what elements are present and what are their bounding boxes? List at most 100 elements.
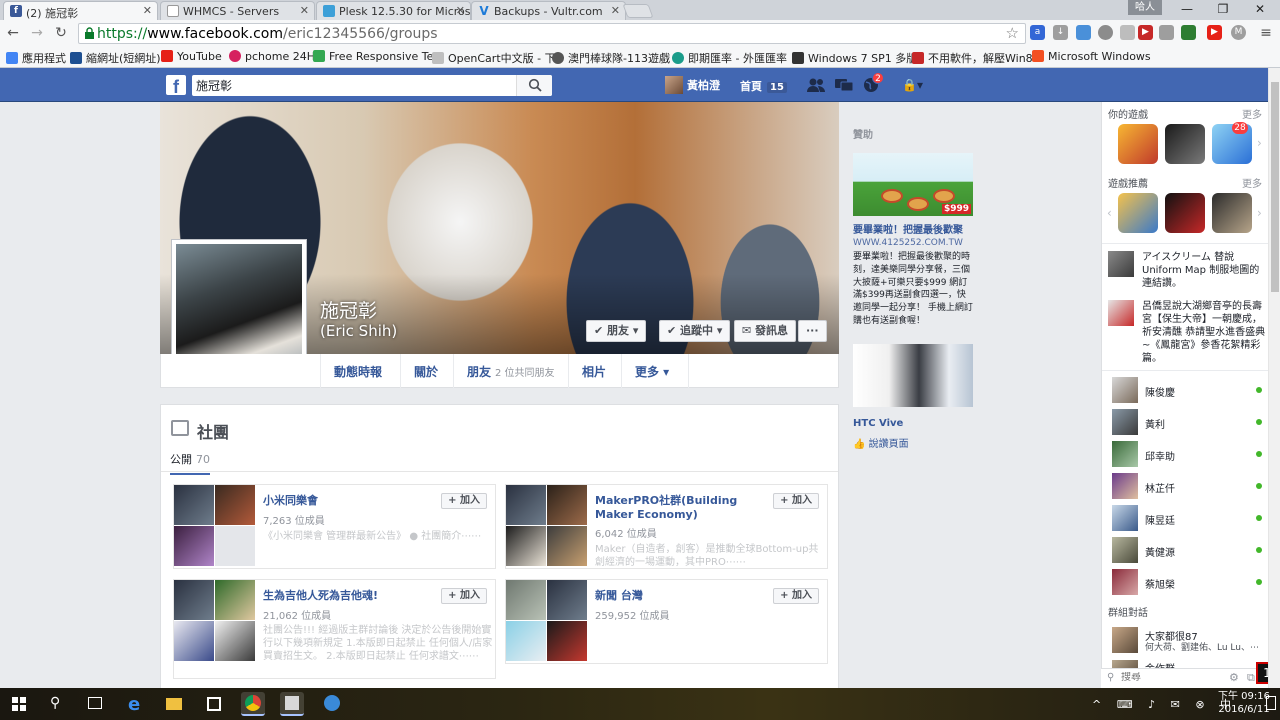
group-thumbnails[interactable] [174,580,256,663]
join-group-button[interactable]: + 加入 [773,493,819,509]
ticker-item[interactable]: アイスクリーム 替說 Uniform Map 制服地圖的連結讚。 [1108,251,1266,289]
bookmark-item[interactable]: pchome 24H [229,50,315,63]
extension-icon[interactable] [1159,25,1174,40]
minimize-icon[interactable]: — [1172,2,1202,18]
chat-search-input[interactable] [1121,672,1221,683]
chat-contact[interactable]: 林芷仟 [1112,473,1262,499]
message-button[interactable]: ✉ 發訊息 [734,320,797,342]
home-link[interactable]: 首頁 15 [740,78,787,94]
extension-icon[interactable]: a [1030,25,1045,40]
games-more-link[interactable]: 更多 [1242,106,1262,121]
tab-timeline[interactable]: 動態時報 [334,363,382,380]
extension-icon[interactable] [1098,25,1113,40]
profile-name[interactable]: 施冠彰 [320,296,377,323]
maximize-icon[interactable]: ❐ [1208,2,1238,18]
tab-vultr[interactable]: V Backups - Vultr.com ✕ [471,1,626,20]
game-icon[interactable] [1165,124,1205,164]
app-icon[interactable] [320,692,344,716]
bookmark-item[interactable]: Microsoft Windows [1032,50,1151,63]
search-button[interactable] [516,75,552,96]
close-icon[interactable]: ✕ [300,4,309,17]
join-group-button[interactable]: + 加入 [441,588,487,604]
chat-contact[interactable]: 陳昱廷 [1112,505,1262,531]
bookmark-item[interactable]: Windows 7 SP1 多版 [792,50,917,66]
windows-start-icon[interactable] [12,697,26,711]
ad-url[interactable]: WWW.4125252.COM.TW [853,238,963,248]
new-window-icon[interactable]: ⧉ [1247,671,1255,685]
game-icon[interactable] [1118,193,1158,233]
bookmark-item[interactable]: 即期匯率 - 外匯匯率 [672,50,787,66]
close-icon[interactable]: ✕ [456,4,465,17]
page-scrollbar[interactable] [1268,68,1280,688]
search-input[interactable] [196,77,516,94]
extension-icon[interactable] [1120,25,1135,40]
chat-contact[interactable]: 邱幸助 [1112,441,1262,467]
ad-image-htc-vive[interactable] [853,344,973,407]
messages-icon[interactable] [834,76,854,94]
bookmark-star-icon[interactable]: ☆ [1006,24,1019,42]
extension-icon[interactable] [1076,25,1091,40]
profile-link[interactable]: 黃柏澄 [665,76,720,94]
scrollbar-thumb[interactable] [1271,82,1279,292]
bookmark-item[interactable]: 縮網址(短網址) [70,50,161,66]
group-thumbnails[interactable] [174,485,256,568]
tab-about[interactable]: 關於 [414,363,438,380]
bookmark-item[interactable]: 澳門棒球隊-113遊戲 [552,50,670,66]
chat-contact[interactable]: 黃健源 [1112,537,1262,563]
ticker-item[interactable]: 呂僑昱說大湖鄉音亭的長壽宮【保生大帝】一朝慶成，祈安清醮 恭請聖水進香盛典~《鳳… [1108,300,1266,364]
facebook-logo-icon[interactable]: f [166,75,186,97]
file-explorer-icon[interactable] [162,692,186,716]
chat-contact[interactable]: 蔡旭榮 [1112,569,1262,595]
bookmark-youtube[interactable]: YouTube [161,50,222,63]
settings-dropdown-icon[interactable]: 🔒▾ [902,78,923,92]
new-tab-button[interactable] [622,4,654,18]
group-thumbnails[interactable] [506,485,588,568]
address-bar[interactable]: https://www.facebook.com/eric12345566/gr… [78,23,1026,44]
tab-more[interactable]: 更多 ▾ [635,363,669,380]
download-icon[interactable]: ↓ [1053,25,1068,40]
extension-icon[interactable]: M [1231,25,1246,40]
ad-title[interactable]: HTC Vive [853,418,903,429]
bookmark-item[interactable]: OpenCart中文版 - 下 [432,50,556,66]
recommended-more-link[interactable]: 更多 [1242,175,1262,190]
join-group-button[interactable]: + 加入 [441,493,487,509]
group-name[interactable]: 生為吉他人死為吉他魂! [263,589,423,603]
forward-arrow-icon[interactable]: → [28,24,46,42]
edge-icon[interactable]: e [124,692,148,716]
chrome-icon[interactable] [241,692,265,716]
tab-whmcs[interactable]: WHMCS - Servers ✕ [160,1,315,20]
back-arrow-icon[interactable]: ← [4,24,22,42]
search-icon[interactable]: ⚲ [50,695,60,711]
close-icon[interactable]: ✕ [143,4,152,17]
close-icon[interactable]: ✕ [611,4,620,17]
game-icon[interactable] [1212,193,1252,233]
friends-button[interactable]: ✔ 朋友 ▾ [586,320,647,342]
group-thumbnails[interactable] [506,580,588,663]
chat-contact[interactable]: 黃利 [1112,409,1262,435]
group-name[interactable]: 新聞 台灣 [595,589,755,603]
game-icon[interactable] [1118,124,1158,164]
bookmark-apps[interactable]: 應用程式 [6,50,66,66]
ad-title[interactable]: 要畢業啦！把握最後歡聚 [853,224,973,237]
extension-icon[interactable] [1181,25,1196,40]
join-group-button[interactable]: + 加入 [773,588,819,604]
gear-icon[interactable]: ⚙ [1229,671,1239,684]
youtube-icon[interactable]: ▶ [1207,25,1222,40]
ad-image-pizza[interactable]: $999 [853,153,973,216]
more-options-button[interactable]: ··· [798,320,827,342]
tab-facebook[interactable]: f (2) 施冠彰 ✕ [3,1,158,20]
group-name[interactable]: MakerPRO社群(Building Maker Economy) [595,494,755,522]
game-icon[interactable] [1165,193,1205,233]
bookmark-item[interactable]: Free Responsive Ten [313,50,440,63]
menu-icon[interactable]: ≡ [1257,24,1275,42]
group-name[interactable]: 小米同樂會 [263,494,423,508]
store-icon[interactable] [202,692,226,716]
chat-contact[interactable]: 陳俊慶 [1112,377,1262,403]
task-view-icon[interactable] [88,697,102,709]
following-button[interactable]: ✔ 追蹤中 ▾ [659,320,731,342]
friend-requests-icon[interactable] [806,76,826,94]
bookmark-item[interactable]: 不用軟件，解壓Win8 [912,50,1033,66]
tab-plesk[interactable]: Plesk 12.5.30 for Microsc ✕ [316,1,471,20]
app-icon[interactable] [280,692,304,716]
close-window-icon[interactable]: ✕ [1245,2,1275,18]
